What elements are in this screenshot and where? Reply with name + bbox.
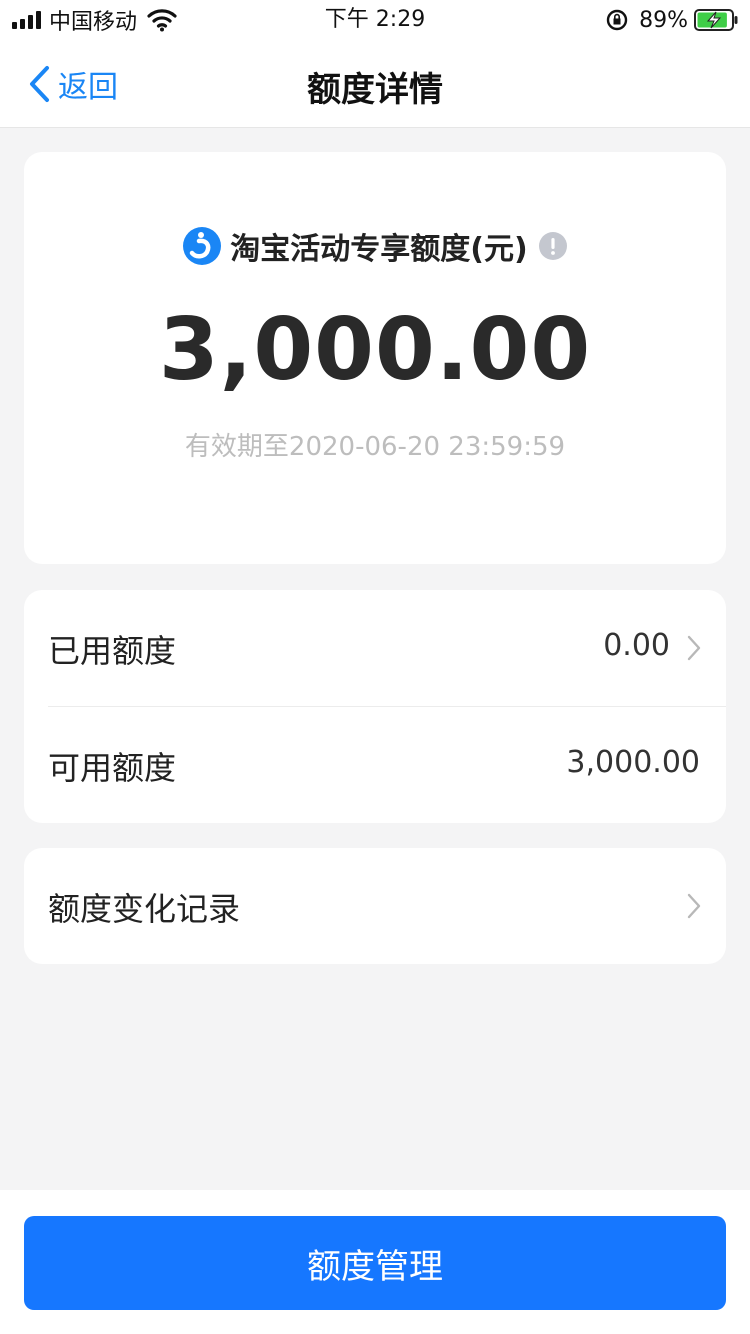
expiry-date: 有效期至2020-06-20 23:59:59 [184,432,566,462]
orientation-lock-icon [606,9,628,31]
quota-history-label: 额度变化记录 [48,890,241,928]
used-quota-value: 0.00 [603,628,670,663]
page-title: 额度详情 [307,70,443,110]
quota-history-row[interactable]: 额度变化记录 [24,848,726,964]
used-quota-row[interactable]: 已用额度 0.00 [24,590,726,706]
battery-percent: 89% [639,7,688,33]
chevron-right-icon [687,893,701,919]
available-quota-label: 可用额度 [48,749,177,787]
quota-title-row: 淘宝活动专享额度(元) [24,224,726,268]
chevron-right-icon [687,635,701,661]
used-quota-label: 已用额度 [48,632,177,670]
quota-amount: 3,000.00 [158,300,592,400]
battery-charging-icon [694,9,738,31]
quota-manage-button[interactable]: 额度管理 [24,1216,726,1310]
quota-card: 淘宝活动专享额度(元) 3,000.00 有效期至2020-06-20 23:5… [24,152,726,564]
quota-title: 淘宝活动专享额度(元) [230,232,528,267]
nav-bar: 返回 额度详情 [0,40,750,128]
bottom-bar: 额度管理 [0,1190,750,1334]
quota-details-card: 已用额度 0.00 可用额度 3,000.00 [24,590,726,823]
taobao-credit-logo-icon [183,227,222,265]
info-icon[interactable] [538,231,568,261]
available-quota-value: 3,000.00 [566,745,700,780]
available-quota-row: 可用额度 3,000.00 [24,707,726,823]
status-bar: 中国移动 下午 2:29 89% [0,0,750,40]
status-right: 89% [605,6,738,34]
